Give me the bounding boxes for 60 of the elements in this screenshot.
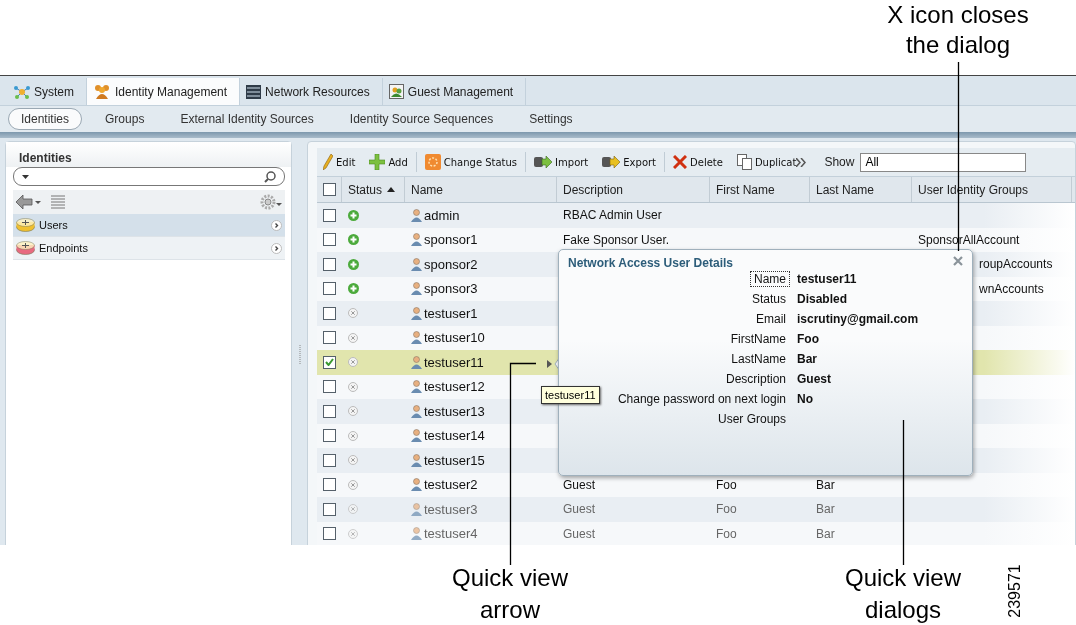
user-name: sponsor3 [424, 281, 478, 297]
callout-caption: Quick view arrow [451, 563, 569, 625]
user-name: testuser1 [424, 305, 478, 321]
dialog-title: Network Access User Details [568, 256, 733, 270]
tab-label: Identity Management [115, 84, 228, 99]
item-label: Users [39, 219, 68, 231]
field-label: Status [750, 291, 787, 307]
tab-label: System [34, 84, 74, 99]
field-value: Foo [797, 332, 819, 346]
table-cell: Guest [563, 477, 595, 492]
header-label: Last Name [816, 182, 875, 197]
show-label: Show [824, 155, 855, 169]
user-name: testuser14 [424, 428, 485, 444]
table-cell: Bar [816, 526, 835, 541]
user-name: testuser2 [424, 477, 478, 493]
header-label: Description [563, 182, 624, 197]
user-name: testuser3 [424, 501, 478, 517]
table-cell: roupAccounts [979, 257, 1053, 272]
table-cell: Foo [716, 502, 737, 517]
user-name: testuser13 [424, 403, 485, 419]
user-name: sponsor1 [424, 232, 478, 248]
user-name: testuser12 [424, 379, 485, 395]
tab-label: Network Resources [265, 84, 370, 99]
tab-label: Guest Management [407, 84, 514, 99]
table-cell: Bar [816, 477, 835, 492]
table-cell: Foo [716, 477, 737, 492]
table-cell: wnAccounts [979, 281, 1044, 296]
field-value: Guest [797, 372, 831, 386]
header-label: Name [411, 182, 443, 197]
header-label: First Name [716, 182, 775, 197]
user-name: testuser4 [424, 526, 478, 542]
field-label: User Groups [716, 411, 787, 427]
tooltip: testuser11 [541, 386, 600, 404]
field-label: Email [755, 311, 787, 327]
field-label: Name [750, 271, 790, 287]
user-name: testuser15 [424, 452, 485, 468]
field-label: LastName [730, 351, 787, 367]
field-value: Disabled [797, 292, 847, 306]
user-name: sponsor2 [424, 256, 478, 272]
field-value: No [797, 392, 813, 406]
figure-number: 239571 [1005, 564, 1024, 618]
table-cell: Guest [563, 502, 595, 517]
field-label: FirstName [729, 331, 787, 347]
table-cell: Bar [816, 502, 835, 517]
user-name: admin [424, 207, 460, 223]
table-cell: RBAC Admin User [563, 208, 662, 223]
callout-caption: Quick view dialogs [844, 563, 962, 625]
panel-title: Identities [6, 142, 291, 167]
header-label: Status [348, 182, 383, 197]
table-cell: Guest [563, 526, 595, 541]
item-label: Endpoints [39, 242, 88, 254]
field-label: Description [724, 371, 787, 387]
field-value: iscrutiny@gmail.com [797, 312, 919, 326]
field-label: Change password on next login [616, 391, 787, 407]
table-cell: Foo [716, 526, 737, 541]
user-name: testuser11 [424, 354, 484, 370]
table-cell: Fake Sponsor User. [563, 232, 670, 247]
callout-caption: X icon closes the dialog [886, 0, 1030, 60]
field-value: Bar [797, 352, 817, 366]
user-name: testuser10 [424, 330, 485, 346]
